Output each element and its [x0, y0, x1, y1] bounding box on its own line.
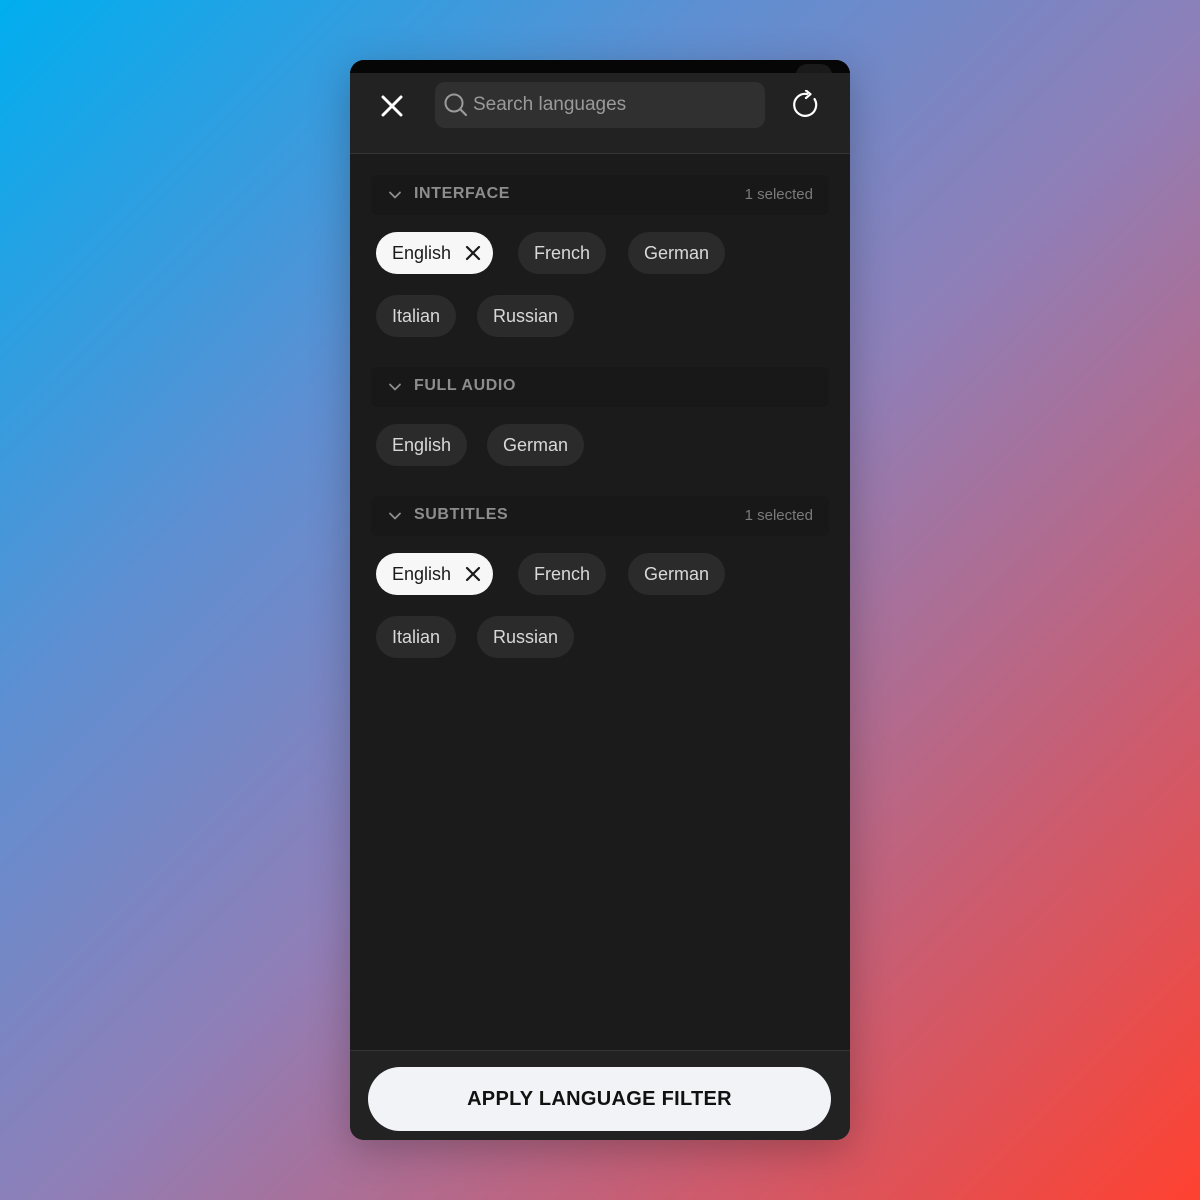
apply-filter-button[interactable]: APPLY LANGUAGE FILTER — [368, 1067, 831, 1131]
chip-subtitles-italian[interactable]: Italian — [376, 616, 457, 658]
filter-footer: APPLY LANGUAGE FILTER — [350, 1050, 850, 1140]
refresh-icon — [793, 90, 818, 117]
chip-interface-italian[interactable]: Italian — [376, 295, 457, 337]
chip-label: Russian — [493, 305, 559, 326]
chip-label: French — [534, 242, 591, 263]
chip-interface-french[interactable]: French — [518, 232, 607, 274]
chip-label: Italian — [392, 305, 441, 326]
chip-label: English — [392, 434, 452, 455]
section-title: FULL AUDIO — [414, 377, 516, 394]
chip-label: English — [392, 563, 452, 584]
chip-label: German — [644, 563, 710, 584]
remove-icon[interactable] — [465, 245, 481, 261]
search-icon — [444, 93, 468, 117]
remove-icon[interactable] — [465, 566, 481, 582]
chip-subtitles-french[interactable]: French — [518, 553, 607, 595]
search-bar[interactable] — [435, 82, 765, 128]
section-title: INTERFACE — [414, 185, 511, 202]
section-header-subtitles[interactable]: SUBTITLES 1 selected — [371, 496, 829, 536]
chip-interface-english[interactable]: English — [376, 232, 494, 274]
language-filter-panel: INTERFACE 1 selected English French Germ… — [350, 60, 850, 1140]
chip-label: English — [392, 242, 452, 263]
chip-label: German — [503, 434, 569, 455]
chip-subtitles-english[interactable]: English — [376, 553, 494, 595]
close-icon — [381, 95, 403, 117]
chip-label: German — [644, 242, 710, 263]
section-title: SUBTITLES — [414, 506, 509, 523]
chevron-down-icon — [389, 383, 401, 391]
status-strip — [350, 60, 850, 86]
chip-audio-german[interactable]: German — [487, 424, 585, 466]
chip-audio-english[interactable]: English — [376, 424, 468, 466]
section-header-interface[interactable]: INTERFACE 1 selected — [371, 175, 829, 215]
search-input[interactable] — [471, 82, 758, 128]
selected-count: 1 selected — [744, 186, 813, 203]
reset-button[interactable] — [790, 88, 824, 122]
chip-label: French — [534, 563, 591, 584]
chevron-down-icon — [389, 191, 401, 199]
chip-subtitles-russian[interactable]: Russian — [477, 616, 575, 658]
close-button[interactable] — [376, 90, 408, 122]
chip-interface-german[interactable]: German — [628, 232, 726, 274]
section-header-full-audio[interactable]: FULL AUDIO — [371, 367, 829, 407]
filter-header — [350, 73, 850, 154]
selected-count: 1 selected — [744, 507, 813, 524]
chip-label: Russian — [493, 626, 559, 647]
chevron-down-icon — [389, 512, 401, 520]
chip-interface-russian[interactable]: Russian — [477, 295, 575, 337]
chip-label: Italian — [392, 626, 441, 647]
chip-subtitles-german[interactable]: German — [628, 553, 726, 595]
